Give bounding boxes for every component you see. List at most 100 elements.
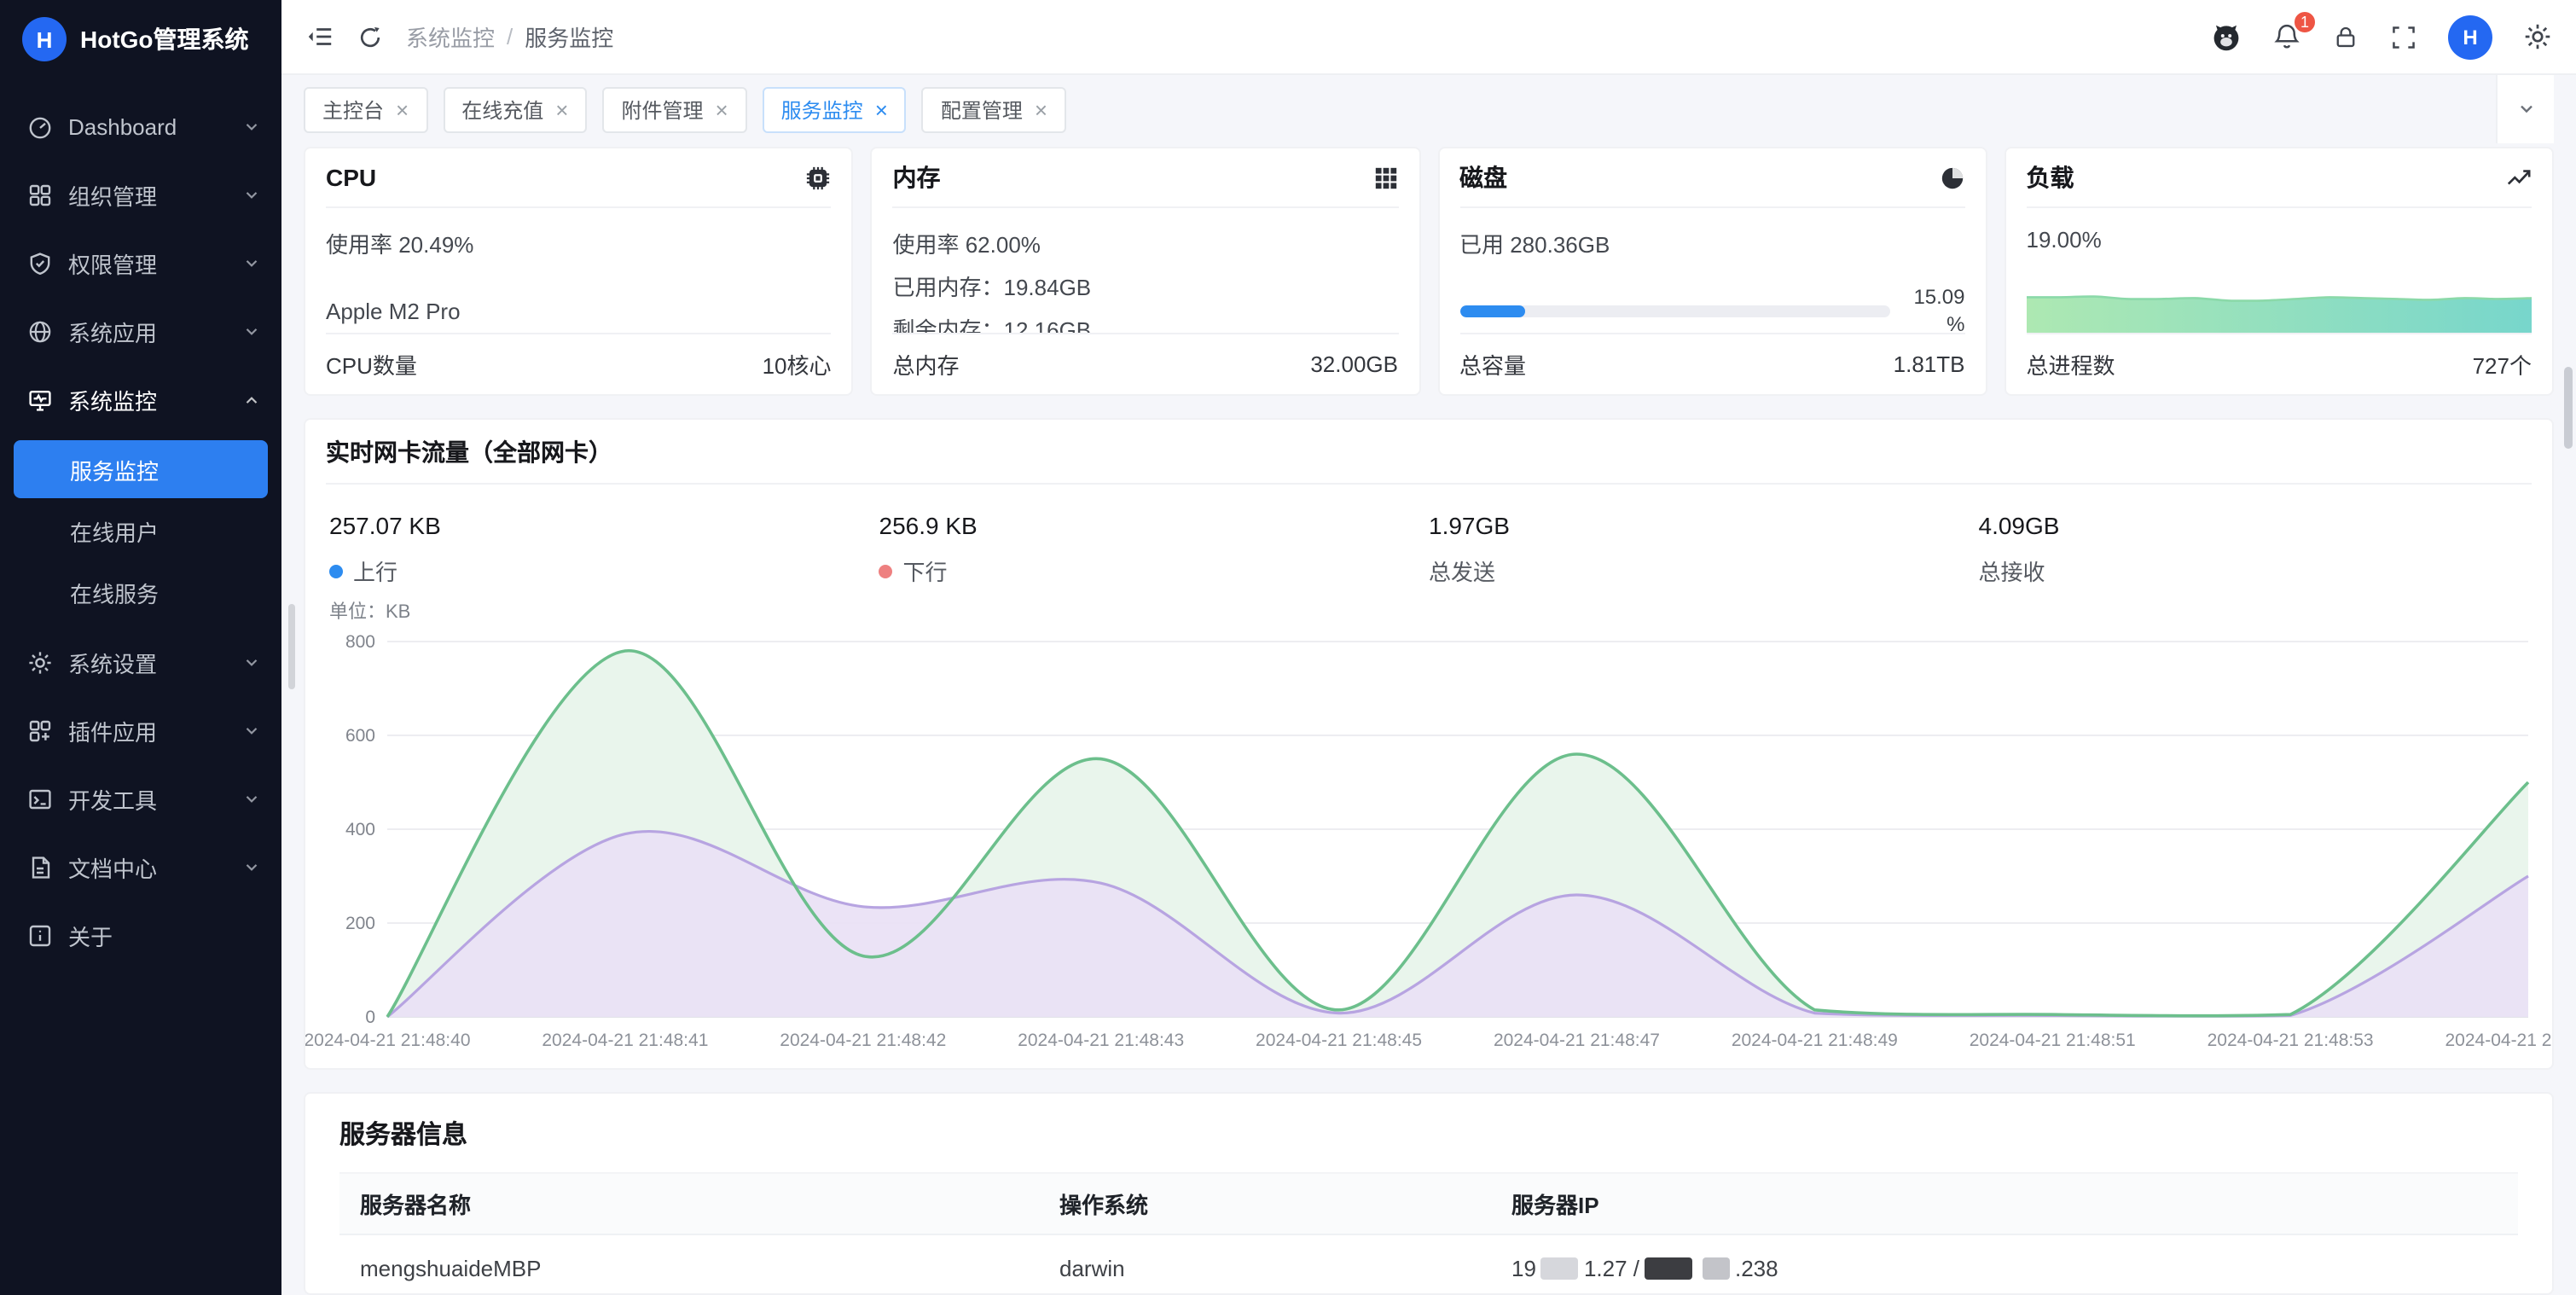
svg-text:2024-04-21 21:48:42: 2024-04-21 21:48:42 [780, 1031, 946, 1050]
content-scrollbar-thumb[interactable] [288, 604, 295, 689]
tab-label: 配置管理 [941, 95, 1023, 124]
sidebar-item-system-monitor[interactable]: 系统监控 [0, 365, 281, 433]
server-panel-title: 服务器信息 [326, 1094, 2532, 1172]
network-panel-title: 实时网卡流量（全部网卡） [326, 420, 2532, 485]
trend-line-icon[interactable] [2506, 165, 2532, 190]
tab-bar: 主控台 × 在线充值 × 附件管理 × 服务监控 × 配置管理 × [281, 75, 2576, 143]
memory-card: 内存 使用率 62.00% 已用内存：19.84GB 剩余内存：12.16GB … [871, 147, 1421, 396]
fullscreen-icon[interactable] [2390, 23, 2417, 50]
page-scrollbar-thumb[interactable] [2564, 367, 2573, 449]
sidebar-item-plugins[interactable]: 插件应用 [0, 696, 281, 764]
settings-gear-icon[interactable] [2523, 22, 2552, 51]
svg-text:2024-04-21 21:48:51: 2024-04-21 21:48:51 [1970, 1031, 2136, 1050]
svg-text:400: 400 [345, 820, 375, 839]
ip-redaction-box [1541, 1257, 1579, 1280]
stat-upstream: 257.07 KB 上行 [329, 512, 879, 587]
tab-service-monitor[interactable]: 服务监控 × [763, 86, 907, 132]
sidebar-item-about[interactable]: 关于 [0, 901, 281, 969]
tab-close-icon[interactable]: × [715, 98, 728, 120]
chevron-down-icon [242, 721, 261, 740]
cpu-footer-value: 10核心 [763, 348, 832, 380]
tab-close-icon[interactable]: × [555, 98, 568, 120]
github-icon[interactable] [2211, 21, 2242, 52]
tab-list-dropdown[interactable] [2496, 75, 2554, 143]
svg-text:2024-04-21 21:48:55: 2024-04-21 21:48:55 [2445, 1031, 2553, 1050]
tab-config-manage[interactable]: 配置管理 × [922, 86, 1066, 132]
sidebar-item-docs[interactable]: 文档中心 [0, 833, 281, 901]
svg-text:2024-04-21 21:48:40: 2024-04-21 21:48:40 [305, 1031, 471, 1050]
sidebar-item-organization[interactable]: 组织管理 [0, 160, 281, 229]
stat-total-received-value: 4.09GB [1979, 512, 2529, 539]
cpu-footer-label: CPU数量 [326, 348, 417, 380]
memory-used-text: 已用内存：19.84GB [893, 270, 1399, 302]
breadcrumb-current[interactable]: 服务监控 [525, 20, 613, 53]
refresh-icon[interactable] [357, 23, 384, 50]
stat-total-received-label: 总接收 [1979, 555, 2045, 587]
tab-dashboard-console[interactable]: 主控台 × [304, 86, 427, 132]
memory-usage-text: 使用率 62.00% [893, 227, 1399, 259]
server-table: 服务器名称 操作系统 服务器IP mengshuaideMBP darwin 1… [339, 1172, 2518, 1295]
header-actions: 1 H [2211, 15, 2552, 59]
cpu-usage-text: 使用率 20.49% [326, 227, 832, 259]
svg-text:2024-04-21 21:48:47: 2024-04-21 21:48:47 [1494, 1031, 1660, 1050]
server-table-row: mengshuaideMBP darwin 191.27 /.238 [339, 1234, 2518, 1295]
tab-close-icon[interactable]: × [396, 98, 409, 120]
disk-percent-text: 15.09 % [1904, 283, 1965, 333]
sidebar-subitem-service-monitor[interactable]: 服务监控 [14, 440, 268, 498]
sidebar-subitem-online-users[interactable]: 在线用户 [14, 502, 268, 560]
stat-cards-row: CPU 使用率 20.49% Apple M2 Pro CPU数量 10核心 [304, 147, 2554, 396]
sidebar-item-dev-tools[interactable]: 开发工具 [0, 764, 281, 833]
sidebar-item-system-settings[interactable]: 系统设置 [0, 628, 281, 696]
memory-free-text: 剩余内存：12.16GB [893, 312, 1399, 333]
collapse-sidebar-icon[interactable] [305, 22, 334, 51]
notification-bell-icon[interactable]: 1 [2272, 22, 2301, 51]
chevron-down-icon [242, 789, 261, 808]
globe-icon [27, 318, 53, 344]
app-title: HotGo管理系统 [80, 22, 249, 56]
sidebar-item-label: 文档中心 [68, 851, 227, 883]
stat-downstream-label: 下行 [903, 555, 948, 587]
tab-online-recharge[interactable]: 在线充值 × [443, 86, 587, 132]
terminal-icon [27, 786, 53, 811]
cpu-card-title: CPU [326, 164, 376, 191]
memory-grid-icon[interactable] [1372, 165, 1398, 190]
chevron-down-icon [242, 253, 261, 272]
server-info-panel: 服务器信息 服务器名称 操作系统 服务器IP mengshuaideMBP da… [304, 1092, 2554, 1295]
sidebar-subitem-label: 在线服务 [70, 576, 159, 608]
sidebar-item-dashboard[interactable]: Dashboard [0, 92, 281, 160]
disk-progress-fill [1459, 305, 1524, 316]
svg-text:2024-04-21 21:48:53: 2024-04-21 21:48:53 [2208, 1031, 2374, 1050]
user-avatar[interactable]: H [2448, 15, 2492, 59]
disk-pie-icon[interactable] [1940, 165, 1965, 190]
cell-server-ip: 191.27 /.238 [1491, 1234, 2518, 1295]
app-root: H HotGo管理系统 Dashboard 组织管理 [0, 0, 2576, 1295]
stat-total-sent: 1.97GB 总发送 [1429, 512, 1979, 587]
sidebar-menu: Dashboard 组织管理 权限管理 [0, 78, 281, 969]
svg-text:2024-04-21 21:48:49: 2024-04-21 21:48:49 [1732, 1031, 1898, 1050]
lock-screen-icon[interactable] [2332, 23, 2359, 50]
memory-card-title: 内存 [893, 160, 941, 195]
breadcrumb-parent[interactable]: 系统监控 [406, 20, 495, 53]
cpu-model-text: Apple M2 Pro [326, 299, 832, 324]
chevron-down-icon [242, 185, 261, 204]
app-logo[interactable]: H HotGo管理系统 [0, 0, 281, 78]
network-traffic-panel: 实时网卡流量（全部网卡） 257.07 KB 上行 256.9 KB 下行 1.… [304, 418, 2554, 1070]
tab-label: 服务监控 [781, 95, 863, 124]
stat-upstream-value: 257.07 KB [329, 512, 879, 539]
sidebar-item-label: 系统监控 [68, 383, 227, 415]
load-footer-value: 727个 [2473, 348, 2532, 380]
cpu-chip-icon[interactable] [806, 165, 832, 190]
col-os: 操作系统 [1039, 1173, 1491, 1234]
svg-text:800: 800 [345, 632, 375, 652]
gear-icon [27, 649, 53, 675]
sidebar-item-label: 插件应用 [68, 714, 227, 746]
tab-attachment-manage[interactable]: 附件管理 × [602, 86, 746, 132]
sidebar-item-system-apps[interactable]: 系统应用 [0, 297, 281, 365]
organization-icon [27, 182, 53, 207]
sidebar-subitem-online-services[interactable]: 在线服务 [14, 563, 268, 621]
memory-footer-value: 32.00GB [1310, 351, 1398, 377]
tab-close-icon[interactable]: × [1035, 98, 1047, 120]
tab-close-icon[interactable]: × [875, 98, 888, 120]
col-server-ip: 服务器IP [1491, 1173, 2518, 1234]
sidebar-item-permissions[interactable]: 权限管理 [0, 229, 281, 297]
